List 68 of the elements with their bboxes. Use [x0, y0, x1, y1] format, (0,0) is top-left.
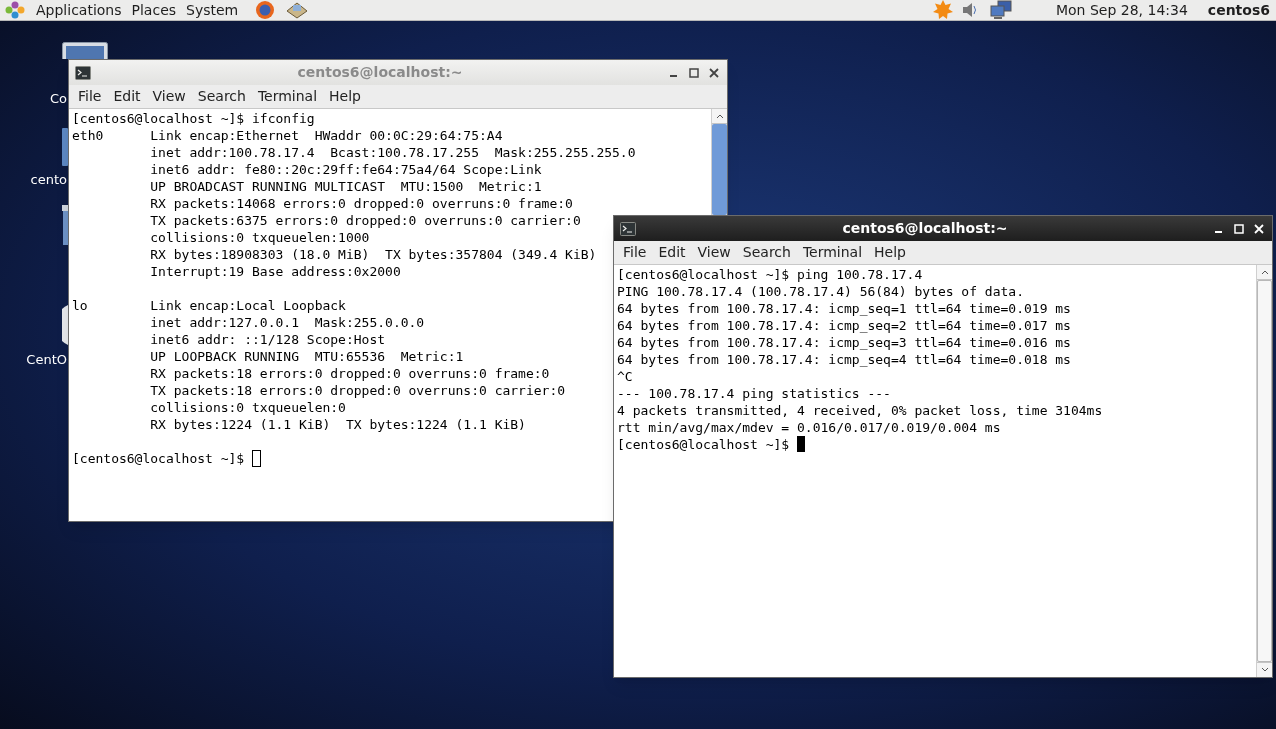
- terminal-line: 64 bytes from 100.78.17.4: icmp_seq=2 ttl=64 time=0.017 ms: [617, 317, 1071, 334]
- terminal-line: Interrupt:19 Base address:0x2000: [149, 263, 401, 280]
- menu-item[interactable]: Terminal: [796, 242, 869, 263]
- terminal-line: TX packets:18 errors:0 dropped:0 overruns:0 carrier:0: [149, 382, 566, 399]
- computer-icon[interactable]: [62, 42, 108, 59]
- terminal-line: RX packets:18 errors:0 dropped:0 overruns:0 frame:0: [149, 365, 550, 382]
- network-icon[interactable]: [989, 0, 1012, 20]
- terminal-line: 64 bytes from 100.78.17.4: icmp_seq=4 ttl=64 time=0.018 ms: [617, 351, 1071, 368]
- terminal-line: [centos6@localhost ~]$: [617, 436, 791, 453]
- menu-item[interactable]: Edit: [107, 86, 147, 107]
- terminal-line: UP LOOPBACK RUNNING MTU:65536 Metric:1: [149, 348, 464, 365]
- maximize-icon[interactable]: [689, 67, 699, 78]
- desktop-icon-label[interactable]: Co: [49, 91, 67, 107]
- terminal-line: 64 bytes from 100.78.17.4: icmp_seq=3 ttl=64 time=0.016 ms: [617, 334, 1071, 351]
- desktop-icon-label[interactable]: CentO: [26, 352, 67, 368]
- menu-item[interactable]: View: [146, 86, 192, 107]
- menu-item[interactable]: View: [691, 242, 737, 263]
- globe-icon[interactable]: [255, 0, 276, 20]
- menu-item[interactable]: Help: [868, 242, 912, 263]
- terminal-line: collisions:0 txqueuelen:0: [149, 399, 346, 416]
- terminal-line: inet6 addr: fe80::20c:29ff:fe64:75a4/64 Scope:Link: [149, 161, 542, 178]
- desktop-icon-label[interactable]: cento: [30, 172, 67, 188]
- terminal-line: inet addr:127.0.0.1 Mask:255.0.0.0: [149, 314, 425, 331]
- envelope-icon[interactable]: [285, 1, 310, 19]
- terminal-line: UP BROADCAST RUNNING MULTICAST MTU:1500 Metric:1: [149, 178, 542, 195]
- scroll-up-icon[interactable]: [715, 113, 724, 119]
- terminal-line: 4 packets transmitted, 4 received, 0% packet loss, time 3104ms: [617, 402, 1103, 419]
- terminal-line: [centos6@localhost ~]$ ping 100.78.17.4: [617, 266, 923, 283]
- menu-item[interactable]: Help: [323, 86, 367, 107]
- scrollbar[interactable]: [711, 109, 727, 215]
- terminal-line: eth0 Link encap:Ethernet HWaddr 00:0C:29:64:75:A4: [72, 127, 503, 144]
- terminal-line: PING 100.78.17.4 (100.78.17.4) 56(84) bytes of data.: [617, 283, 1024, 300]
- speaker-icon[interactable]: [961, 1, 978, 19]
- clock[interactable]: Mon Sep 28, 14:34: [1055, 0, 1188, 21]
- scroll-up-icon[interactable]: [1260, 269, 1269, 275]
- scrollbar[interactable]: [1256, 265, 1272, 677]
- panel-menu[interactable]: Applications: [31, 0, 127, 21]
- menu-item[interactable]: Terminal: [251, 86, 324, 107]
- panel-menu[interactable]: System: [181, 0, 244, 21]
- terminal-line: --- 100.78.17.4 ping statistics ---: [617, 385, 891, 402]
- terminal-line: ^C: [617, 368, 633, 385]
- flower-logo-icon[interactable]: [5, 1, 25, 19]
- window-title: centos6@localhost:~: [296, 63, 464, 82]
- terminal-icon: [75, 65, 91, 80]
- menu-item[interactable]: Edit: [652, 242, 692, 263]
- terminal-line: TX packets:6375 errors:0 dropped:0 overruns:0 carrier:0: [149, 212, 581, 229]
- scroll-down-icon[interactable]: [1260, 667, 1269, 673]
- terminal-line: rtt min/avg/max/mdev = 0.016/0.017/0.019/0.004 ms: [617, 419, 1001, 436]
- terminal-line: RX packets:14068 errors:0 dropped:0 overruns:0 frame:0: [149, 195, 573, 212]
- panel-menu[interactable]: Places: [126, 0, 182, 21]
- terminal-line: RX bytes:1224 (1.1 KiB) TX bytes:1224 (1.1 KiB): [149, 416, 526, 433]
- menu-item[interactable]: File: [617, 242, 653, 263]
- terminal-icon: [620, 221, 636, 236]
- user-name[interactable]: centos6: [1207, 0, 1270, 21]
- terminal-line: collisions:0 txqueuelen:1000: [149, 229, 370, 246]
- terminal-line: inet6 addr: ::1/128 Scope:Host: [149, 331, 386, 348]
- terminal-line: RX bytes:18908303 (18.0 MiB) TX bytes:357804 (349.4 KiB): [149, 246, 597, 263]
- terminal-line: lo Link encap:Local Loopback: [72, 297, 346, 314]
- menu-item[interactable]: Search: [191, 86, 252, 107]
- window-title: centos6@localhost:~: [841, 219, 1009, 238]
- terminal-line: [centos6@localhost ~]$: [72, 450, 246, 467]
- terminal-line: 64 bytes from 100.78.17.4: icmp_seq=1 ttl=64 time=0.019 ms: [617, 300, 1071, 317]
- menu-item[interactable]: Search: [736, 242, 797, 263]
- terminal-line: inet addr:100.78.17.4 Bcast:100.78.17.255 Mask:255.255.255.0: [149, 144, 636, 161]
- title-bar[interactable]: centos6@localhost:~: [614, 216, 1272, 241]
- close-icon[interactable]: [709, 67, 719, 78]
- terminal-line: [centos6@localhost ~]$ ifconfig: [72, 110, 315, 127]
- menu-item[interactable]: File: [72, 86, 108, 107]
